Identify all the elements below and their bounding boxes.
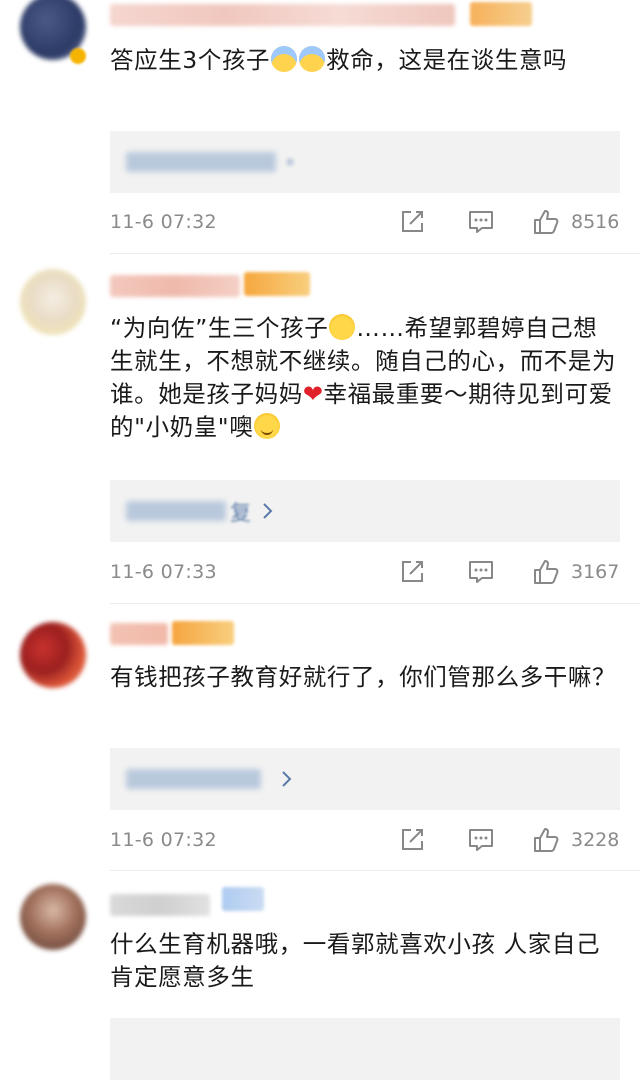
comment-bubble-icon[interactable] [467,826,495,854]
reply-preview[interactable] [110,1018,620,1080]
smiling-face-emoji-icon [254,413,281,439]
chevron-right-icon [263,503,273,519]
reply-preview[interactable]: 复 [110,480,620,542]
chevron-right-icon [282,771,292,787]
reply-preview[interactable] [110,131,620,193]
divider [110,603,640,604]
timestamp: 11-6 07:33 [110,561,217,583]
comment-meta: 11-6 07:32 8516 [110,208,620,238]
reply-count-text: 复 [230,501,251,525]
reply-dot [286,158,294,166]
user-badge [244,272,310,296]
username-hidden[interactable] [110,894,210,916]
cold-sweat-emoji-icon [299,46,326,72]
like-count: 8516 [571,211,620,233]
comment-meta: 11-6 07:32 3228 [110,826,620,856]
comment-text: “为向佐”生三个孩子 ……希望郭碧婷自己想生就生，不想就不继续。随自己的心，而不是… [110,314,617,441]
red-heart-icon: ❤ [302,380,324,408]
thumbs-up-icon[interactable] [532,826,560,854]
like-count: 3228 [571,829,620,851]
cold-sweat-emoji-icon [271,46,298,72]
avatar[interactable] [20,269,86,335]
username-hidden[interactable] [110,623,168,645]
reply-text-hidden [126,769,261,789]
comment-bubble-icon[interactable] [467,558,495,586]
avatar[interactable] [20,622,86,688]
timestamp: 11-6 07:32 [110,829,217,851]
share-edit-icon[interactable] [398,826,426,854]
thumbs-up-icon[interactable] [532,208,560,236]
verified-badge-icon [70,48,86,64]
reply-text-hidden [126,501,226,521]
divider [110,870,640,871]
share-edit-icon[interactable] [398,208,426,236]
avatar[interactable] [20,884,86,950]
user-badge [470,2,532,26]
comment-meta: 11-6 07:33 3167 [110,558,620,588]
comment-bubble-icon[interactable] [467,208,495,236]
username-hidden[interactable] [110,275,240,297]
reply-text-hidden [126,152,276,172]
user-badge [172,621,234,645]
comment-text: 什么生育机器哦，一看郭就喜欢小孩 人家自己肯定愿意多生 [110,930,601,991]
username-hidden[interactable] [110,4,455,26]
thumbs-up-icon[interactable] [532,558,560,586]
laughing-tears-emoji-icon [329,314,356,340]
timestamp: 11-6 07:32 [110,211,217,233]
like-count: 3167 [571,561,620,583]
user-badge [222,887,264,911]
divider [110,253,640,254]
reply-preview[interactable] [110,748,620,810]
comment-text: 有钱把孩子教育好就行了，你们管那么多干嘛？ [110,663,617,691]
comment-text: 答应生3个孩子 救命，这是在谈生意吗 [110,46,568,74]
share-edit-icon[interactable] [398,558,426,586]
